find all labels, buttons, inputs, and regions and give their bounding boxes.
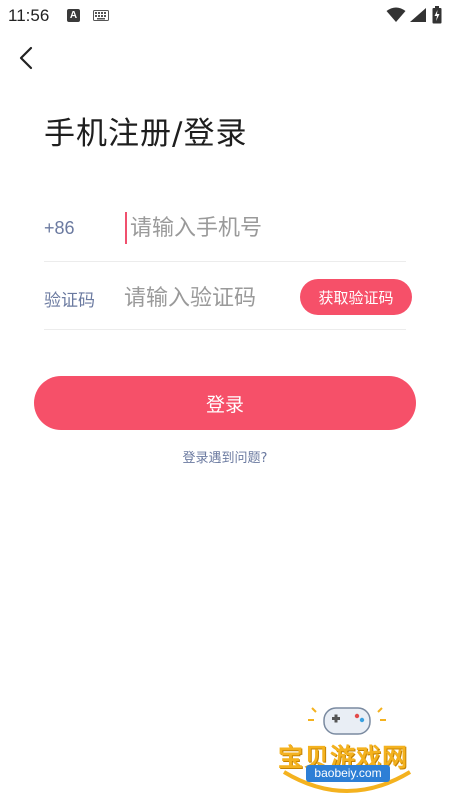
chevron-left-icon (19, 46, 33, 70)
wifi-icon (386, 7, 406, 22)
help-link[interactable]: 登录遇到问题? (0, 447, 450, 466)
app-notification-icon: A (67, 9, 80, 22)
watermark-logo: 宝贝游戏网 baobeiy.com (272, 700, 422, 798)
back-button[interactable] (14, 44, 42, 72)
status-time: 11:56 (8, 6, 50, 25)
country-code[interactable]: +86 (44, 218, 75, 239)
status-bar: 11:56 A (0, 0, 450, 32)
battery-icon (432, 6, 442, 24)
phone-input[interactable] (126, 210, 396, 246)
phone-row: +86 (44, 198, 406, 262)
code-label: 验证码 (44, 291, 95, 311)
signal-icon (410, 8, 426, 22)
keyboard-icon (93, 10, 109, 21)
login-button[interactable]: 登录 (34, 376, 416, 430)
watermark-url: baobeiy.com (306, 765, 390, 782)
page-title: 手机注册/登录 (44, 116, 248, 152)
text-caret (125, 212, 127, 244)
code-input[interactable] (124, 280, 294, 316)
get-code-button[interactable]: 获取验证码 (300, 279, 412, 315)
code-row: 验证码 获取验证码 (44, 264, 412, 330)
